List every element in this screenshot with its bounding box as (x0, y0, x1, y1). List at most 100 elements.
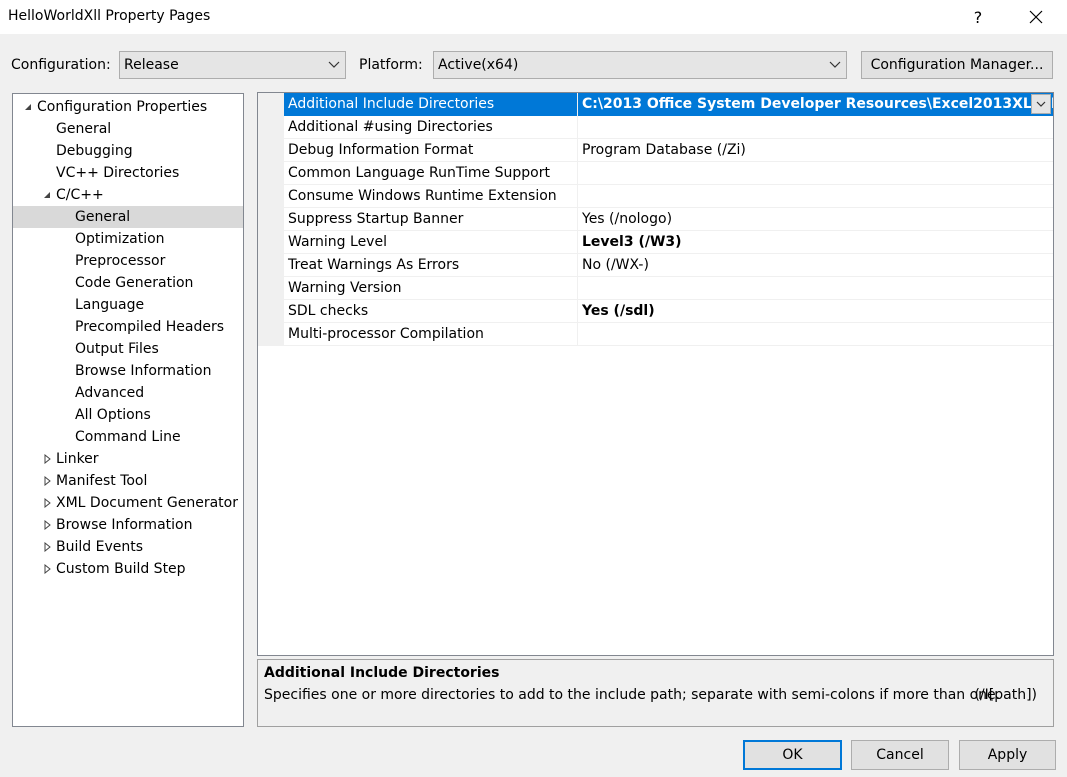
collapsed-arrow-icon[interactable] (42, 476, 52, 486)
tree-item-label: General (56, 121, 112, 137)
row-gutter (258, 254, 284, 277)
property-name[interactable]: Treat Warnings As Errors (284, 254, 578, 277)
tree-item[interactable]: Output Files (13, 338, 243, 360)
property-name[interactable]: Debug Information Format (284, 139, 578, 162)
property-name[interactable]: Common Language RunTime Support (284, 162, 578, 185)
tree-item[interactable]: C/C++ (13, 184, 243, 206)
collapsed-arrow-icon[interactable] (42, 564, 52, 574)
tree-item[interactable]: XML Document Generator (13, 492, 243, 514)
tree-item[interactable]: Language (13, 294, 243, 316)
expanded-arrow-icon[interactable] (23, 102, 33, 112)
tree-item-label: Preprocessor (75, 253, 166, 269)
property-name[interactable]: Warning Version (284, 277, 578, 300)
tree-item[interactable]: Debugging (13, 140, 243, 162)
property-row[interactable]: Consume Windows Runtime Extension (258, 185, 1053, 208)
row-gutter (258, 185, 284, 208)
row-gutter (258, 231, 284, 254)
tree-item[interactable]: Browse Information (13, 514, 243, 536)
property-row[interactable]: Warning Level Level3 (/W3) (258, 231, 1053, 254)
tree-item-label: Precompiled Headers (75, 319, 225, 335)
property-row[interactable]: Multi-processor Compilation (258, 323, 1053, 346)
property-name[interactable]: Multi-processor Compilation (284, 323, 578, 346)
collapsed-arrow-icon[interactable] (42, 454, 52, 464)
property-name[interactable]: Consume Windows Runtime Extension (284, 185, 578, 208)
property-value[interactable] (578, 277, 1053, 300)
tree-item[interactable]: Configuration Properties (13, 96, 243, 118)
property-row[interactable]: Debug Information Format Program Database… (258, 139, 1053, 162)
property-grid: Additional Include Directories C:\2013 Of… (257, 92, 1054, 656)
window-title: HelloWorldXll Property Pages (8, 8, 211, 24)
apply-button[interactable]: Apply (959, 740, 1056, 770)
tree-item-label: Command Line (75, 429, 181, 445)
property-value[interactable]: Program Database (/Zi) (578, 139, 1053, 162)
tree-item[interactable]: Build Events (13, 536, 243, 558)
tree-item[interactable]: Preprocessor (13, 250, 243, 272)
property-name[interactable]: Additional Include Directories (284, 93, 578, 116)
property-row[interactable]: Additional #using Directories (258, 116, 1053, 139)
configuration-dropdown[interactable]: Release (119, 51, 346, 79)
property-name[interactable]: SDL checks (284, 300, 578, 323)
value-dropdown-button[interactable] (1031, 94, 1051, 114)
property-row[interactable]: Common Language RunTime Support (258, 162, 1053, 185)
tree-item-label: Advanced (75, 385, 145, 401)
property-value[interactable] (578, 162, 1053, 185)
property-value[interactable] (578, 323, 1053, 346)
tree-item-label: Debugging (56, 143, 133, 159)
collapsed-arrow-icon[interactable] (42, 498, 52, 508)
tree-item-label: Configuration Properties (37, 99, 208, 115)
tree-item[interactable]: All Options (13, 404, 243, 426)
property-row[interactable]: Warning Version (258, 277, 1053, 300)
tree-item[interactable]: VC++ Directories (13, 162, 243, 184)
row-gutter (258, 116, 284, 139)
tree-item[interactable]: General (13, 118, 243, 140)
tree-item[interactable]: Linker (13, 448, 243, 470)
row-gutter (258, 208, 284, 231)
property-value-text: Level3 (/W3) (582, 234, 682, 250)
property-value[interactable] (578, 185, 1053, 208)
help-button[interactable]: ? (955, 0, 1001, 34)
configuration-manager-button[interactable]: Configuration Manager... (861, 51, 1053, 79)
cancel-button[interactable]: Cancel (851, 740, 949, 770)
property-row[interactable]: Treat Warnings As Errors No (/WX-) (258, 254, 1053, 277)
expanded-arrow-icon[interactable] (42, 190, 52, 200)
tree-item-label: Code Generation (75, 275, 194, 291)
property-value[interactable]: No (/WX-) (578, 254, 1053, 277)
tree-item[interactable]: Manifest Tool (13, 470, 243, 492)
tree-item[interactable]: Custom Build Step (13, 558, 243, 580)
property-name[interactable]: Additional #using Directories (284, 116, 578, 139)
tree-item[interactable]: Command Line (13, 426, 243, 448)
tree-item-label: Output Files (75, 341, 159, 357)
tree-item[interactable]: Precompiled Headers (13, 316, 243, 338)
property-name[interactable]: Warning Level (284, 231, 578, 254)
property-value[interactable]: Yes (/sdl) (578, 300, 1053, 323)
tree-item-label: Browse Information (56, 517, 193, 533)
property-row[interactable]: SDL checks Yes (/sdl) (258, 300, 1053, 323)
property-value[interactable]: Level3 (/W3) (578, 231, 1053, 254)
property-value[interactable]: C:\2013 Office System Developer Resource… (578, 93, 1053, 116)
tree-item[interactable]: Code Generation (13, 272, 243, 294)
property-row[interactable]: Suppress Startup Banner Yes (/nologo) (258, 208, 1053, 231)
configuration-label: Configuration: (11, 57, 111, 73)
tree-item[interactable]: General (13, 206, 243, 228)
property-name[interactable]: Suppress Startup Banner (284, 208, 578, 231)
title-bar: HelloWorldXll Property Pages ? (0, 0, 1067, 34)
tree-item[interactable]: Advanced (13, 382, 243, 404)
property-value[interactable] (578, 116, 1053, 139)
tree-item-label: Linker (56, 451, 99, 467)
ok-button[interactable]: OK (743, 740, 842, 770)
row-gutter (258, 162, 284, 185)
collapsed-arrow-icon[interactable] (42, 520, 52, 530)
tree-item-label: VC++ Directories (56, 165, 180, 181)
row-gutter (258, 93, 284, 116)
tree-item[interactable]: Browse Information (13, 360, 243, 382)
configuration-value: Release (124, 57, 179, 73)
tree-item-label: Custom Build Step (56, 561, 186, 577)
property-row[interactable]: Additional Include Directories C:\2013 Of… (258, 93, 1053, 116)
platform-dropdown[interactable]: Active(x64) (433, 51, 847, 79)
property-value[interactable]: Yes (/nologo) (578, 208, 1053, 231)
collapsed-arrow-icon[interactable] (42, 542, 52, 552)
tree-item-label: C/C++ (56, 187, 104, 203)
close-button[interactable] (1013, 0, 1059, 34)
tree-item[interactable]: Optimization (13, 228, 243, 250)
description-text: Specifies one or more directories to add… (264, 687, 1001, 703)
